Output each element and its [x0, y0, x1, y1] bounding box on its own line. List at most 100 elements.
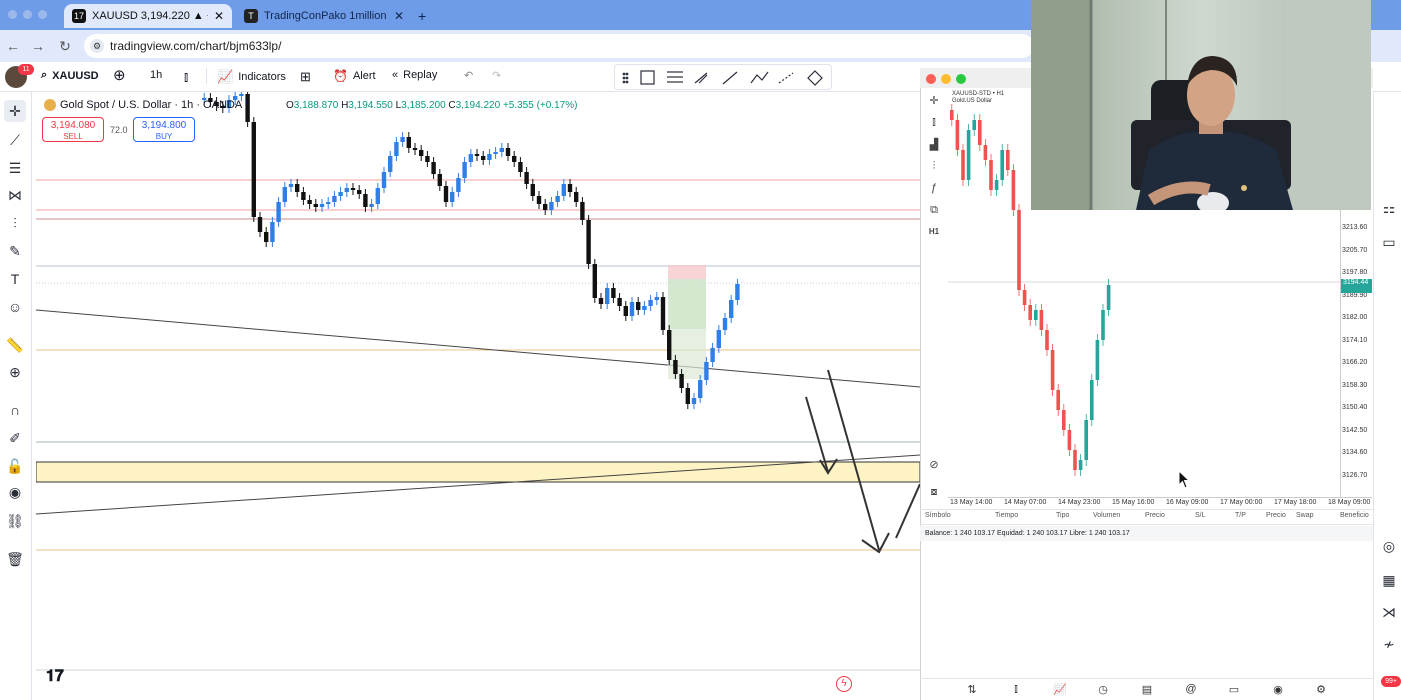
mt-column-header[interactable]: Swap: [1296, 512, 1314, 519]
chart-icon[interactable]: 📈: [1052, 683, 1068, 696]
mt-column-header[interactable]: Tipo: [1056, 512, 1069, 519]
window-close-icon[interactable]: [8, 10, 17, 19]
chart-legend-title[interactable]: Gold Spot / U.S. Dollar · 1h · OANDA: [44, 99, 242, 111]
new-tab-button[interactable]: +: [418, 8, 426, 24]
mt-column-header[interactable]: Volumen: [1093, 512, 1120, 519]
tab-label: TradingConPako 1million | M…: [264, 10, 388, 22]
emoji-icon[interactable]: ☺: [4, 296, 26, 318]
indicators-icon[interactable]: ⫶: [926, 160, 942, 173]
function-icon[interactable]: ƒ: [926, 182, 942, 194]
trendline[interactable]: [36, 309, 920, 388]
zoom-icon[interactable]: ⊕: [4, 361, 26, 383]
chart-type-icon[interactable]: ▟: [926, 138, 942, 151]
stay-drawing-icon[interactable]: ✐: [4, 427, 26, 449]
mt-candle: [983, 145, 988, 160]
browser-tab-xauusd[interactable]: 17 XAUUSD 3,194.220 ▲ +0.52% ✕: [64, 4, 232, 28]
mt-close-icon[interactable]: [926, 74, 936, 84]
redo-icon[interactable]: ↷: [492, 69, 501, 82]
mt-minimize-icon[interactable]: [941, 74, 951, 84]
path-tool-icon[interactable]: [750, 71, 769, 84]
fib-icon[interactable]: ☰: [4, 157, 26, 179]
trash-icon[interactable]: 🗑: [4, 548, 26, 570]
eye-icon[interactable]: ◉: [4, 481, 26, 503]
fib-tool-icon[interactable]: [667, 71, 683, 83]
indicators-button[interactable]: 📈 Indicators: [217, 69, 286, 85]
brush-tool-icon[interactable]: [694, 72, 708, 84]
drag-handle-icon[interactable]: [622, 72, 629, 84]
undo-icon[interactable]: ↶: [464, 69, 473, 82]
screenshot-icon[interactable]: ⧇: [926, 486, 942, 499]
candle: [381, 172, 387, 188]
window-zoom-icon[interactable]: [38, 10, 47, 19]
reload-icon[interactable]: ↻: [57, 38, 73, 55]
add-symbol-icon[interactable]: ⊕: [113, 66, 126, 84]
target-icon[interactable]: ◎: [1379, 538, 1399, 555]
magnet-icon[interactable]: ∩: [4, 399, 26, 421]
pattern-icon[interactable]: ⋈: [4, 184, 26, 206]
candles-icon[interactable]: ⫾: [1008, 683, 1024, 696]
sort-icon[interactable]: ⇅: [964, 683, 980, 696]
position-stop-zone[interactable]: [668, 265, 706, 279]
crosshair-icon[interactable]: ✛: [4, 100, 26, 122]
candles-icon[interactable]: ⫾: [184, 69, 188, 85]
price-chart[interactable]: [36, 92, 920, 682]
symbol-search-button[interactable]: ⌕ XAUUSD: [41, 69, 99, 82]
site-info-icon[interactable]: ⚙: [90, 39, 104, 53]
signal-icon[interactable]: ≁: [1379, 636, 1399, 653]
lock-icon[interactable]: 🔓: [4, 455, 26, 477]
link-icon[interactable]: ⛓: [4, 510, 26, 532]
address-field[interactable]: ⚙ tradingview.com/chart/bjm633lp/: [84, 34, 1034, 58]
mail-icon[interactable]: @: [1183, 683, 1199, 695]
chat-icon[interactable]: ▭: [1226, 683, 1242, 696]
flash-icon[interactable]: ϟ: [836, 676, 852, 692]
candle: [425, 156, 430, 162]
forward-icon[interactable]: →: [30, 38, 46, 54]
mt-candle: [1006, 150, 1010, 170]
mt-column-header[interactable]: Tiempo: [995, 512, 1018, 519]
mt-column-header[interactable]: Símbolo: [925, 512, 951, 519]
position-target-zone[interactable]: [668, 279, 706, 329]
demand-zone[interactable]: [36, 461, 920, 483]
browser-tab-tradingconpako[interactable]: T TradingConPako 1million | M… ✕: [236, 4, 412, 28]
timeframe-icon[interactable]: H1: [926, 227, 942, 236]
zoom-icon[interactable]: ⊘: [926, 458, 942, 471]
ray-tool-icon[interactable]: [778, 72, 794, 84]
settings-icon[interactable]: ⚙: [1313, 683, 1329, 696]
close-tab-icon[interactable]: ✕: [214, 9, 224, 23]
mt-zoom-icon[interactable]: [956, 74, 966, 84]
mt-column-header[interactable]: T/P: [1235, 512, 1246, 519]
trendline-icon[interactable]: ⟋: [4, 129, 26, 151]
rectangle-tool-icon[interactable]: [640, 70, 655, 85]
buy-button[interactable]: 3,194.800 BUY: [133, 117, 195, 142]
journal-icon[interactable]: ▤: [1139, 683, 1155, 696]
crosshair-icon[interactable]: ✛: [926, 94, 942, 107]
account-icon[interactable]: ◉: [1270, 683, 1286, 696]
prediction-icon[interactable]: ⫶: [4, 212, 26, 234]
close-tab-icon[interactable]: ✕: [394, 9, 404, 23]
back-icon[interactable]: ←: [5, 38, 21, 54]
mt-column-header[interactable]: Precio: [1145, 512, 1165, 519]
pattern-tool-icon[interactable]: [807, 70, 823, 86]
mt-column-header[interactable]: S/L: [1195, 512, 1206, 519]
projection-arrow[interactable]: [895, 483, 920, 539]
mt-column-header[interactable]: Beneficio: [1340, 512, 1369, 519]
calendar-icon[interactable]: ▦: [1379, 572, 1399, 589]
watchlist-icon[interactable]: ⚏: [1379, 200, 1399, 217]
alert-button[interactable]: ⏰ Alert: [333, 69, 376, 83]
objects-icon[interactable]: ⧉: [926, 204, 942, 217]
brush-icon[interactable]: ✎: [4, 240, 26, 262]
sell-button[interactable]: 3,194.080 SELL: [42, 117, 104, 142]
replay-button[interactable]: « Replay: [392, 69, 437, 81]
text-icon[interactable]: T: [4, 268, 26, 290]
trendline-tool-icon[interactable]: [722, 71, 738, 85]
history-icon[interactable]: ◷: [1095, 683, 1111, 696]
layout-icon[interactable]: ⊞: [300, 69, 311, 85]
network-icon[interactable]: ⋊: [1379, 604, 1399, 621]
mt-column-header[interactable]: Precio: [1266, 512, 1286, 519]
window-minimize-icon[interactable]: [23, 10, 32, 19]
candles-icon[interactable]: ⫾: [926, 116, 942, 129]
ruler-icon[interactable]: 📏: [4, 334, 26, 356]
chat-icon[interactable]: ▭: [1379, 234, 1399, 251]
projection-arrow[interactable]: [805, 396, 829, 473]
interval-button[interactable]: 1h: [150, 69, 162, 81]
